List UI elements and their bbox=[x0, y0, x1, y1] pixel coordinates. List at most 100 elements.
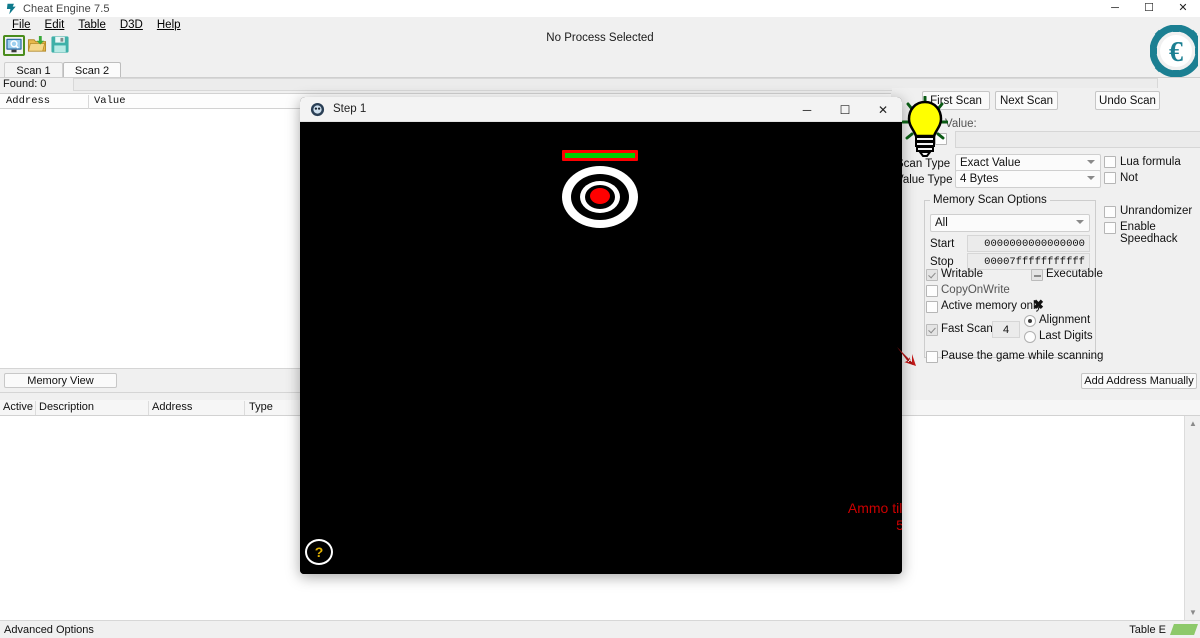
addr-col-active: Active bbox=[3, 401, 33, 413]
value-label: Value: bbox=[945, 118, 977, 130]
window-controls: ─ ☐ ✕ bbox=[1098, 0, 1200, 17]
close-button[interactable]: ✕ bbox=[1166, 0, 1200, 17]
tab-scan-1[interactable]: Scan 1 bbox=[4, 62, 63, 78]
tab-scan-2[interactable]: Scan 2 bbox=[63, 62, 121, 78]
game-minimize-button[interactable]: ─ bbox=[788, 97, 826, 122]
undo-scan-button[interactable]: Undo Scan bbox=[1095, 91, 1160, 110]
value-input[interactable] bbox=[955, 131, 1200, 148]
title-bar: Cheat Engine 7.5 ─ ☐ ✕ bbox=[0, 0, 1200, 17]
table-extras-label[interactable]: Table E bbox=[1129, 624, 1166, 636]
window-title: Cheat Engine 7.5 bbox=[23, 2, 110, 15]
value-type-value: 4 Bytes bbox=[960, 173, 999, 185]
game-close-button[interactable]: ✕ bbox=[864, 97, 902, 122]
chevron-down-icon-3 bbox=[1076, 220, 1084, 224]
status-bar: Advanced Options Table E bbox=[0, 620, 1200, 638]
menu-d3d-label: D3D bbox=[119, 19, 143, 31]
maximize-button[interactable]: ☐ bbox=[1132, 0, 1166, 17]
menu-edit[interactable]: Edit bbox=[38, 17, 72, 33]
enable-speedhack-label: Enable Speedhack bbox=[1120, 221, 1178, 245]
fast-scan-checkbox[interactable] bbox=[926, 324, 938, 336]
active-memory-only-checkbox[interactable] bbox=[926, 301, 938, 313]
writable-label: Writable bbox=[941, 268, 983, 280]
tab-scan-2-label: Scan 2 bbox=[74, 64, 110, 77]
enable-speedhack-checkbox[interactable] bbox=[1104, 222, 1116, 234]
addr-divider-1[interactable] bbox=[35, 401, 36, 415]
advanced-options-label[interactable]: Advanced Options bbox=[4, 624, 94, 636]
scroll-down-icon[interactable]: ▼ bbox=[1185, 605, 1200, 620]
result-col-divider[interactable] bbox=[88, 95, 89, 109]
unrandomizer-label: Unrandomizer bbox=[1120, 205, 1193, 217]
unrandomizer-checkbox[interactable] bbox=[1104, 206, 1116, 218]
active-memory-only-label: Active memory only bbox=[941, 300, 1042, 312]
value-type-label: Value Type bbox=[896, 174, 953, 186]
lua-formula-label: Lua formula bbox=[1120, 156, 1181, 168]
enemy-health-bar-background bbox=[562, 150, 638, 161]
menu-edit-label: Edit bbox=[44, 19, 65, 31]
addr-col-description: Description bbox=[39, 401, 95, 413]
menu-help-label: Help bbox=[156, 19, 181, 31]
executable-checkbox[interactable] bbox=[1031, 269, 1043, 281]
scan-tabs: Scan 1 Scan 2 bbox=[0, 62, 1200, 78]
menu-bar: File Edit Table D3D Help bbox=[0, 17, 1200, 33]
fast-scan-value-input[interactable]: 4 bbox=[992, 321, 1020, 338]
last-digits-label: Last Digits bbox=[1039, 330, 1093, 342]
ammo-label: Ammo till reload: bbox=[847, 500, 902, 516]
help-button[interactable]: ? bbox=[305, 539, 333, 565]
addr-col-type: Type bbox=[249, 401, 273, 413]
game-window-title: Step 1 bbox=[333, 103, 367, 115]
scan-type-value: Exact Value bbox=[960, 157, 1021, 169]
enemy-target[interactable] bbox=[562, 150, 640, 228]
scroll-up-icon[interactable]: ▲ bbox=[1185, 416, 1200, 431]
game-window-step-1: Step 1 ─ ☐ ✕ Ammo til 5 ? bbox=[300, 97, 902, 574]
game-canvas[interactable]: Ammo till reload: 5 ? bbox=[300, 122, 902, 574]
app-icon bbox=[4, 2, 18, 16]
start-address-input[interactable]: 0000000000000000 bbox=[967, 235, 1090, 252]
game-title-bar: Step 1 ─ ☐ ✕ bbox=[300, 97, 902, 122]
result-col-address: Address bbox=[6, 95, 51, 107]
memory-scan-options-title: Memory Scan Options bbox=[930, 194, 1050, 206]
menu-table-label: Table bbox=[78, 19, 106, 31]
last-digits-radio[interactable] bbox=[1024, 331, 1036, 343]
next-scan-button[interactable]: Next Scan bbox=[995, 91, 1058, 110]
ammo-value: 5 bbox=[896, 517, 902, 533]
address-table-scrollbar[interactable]: ▲ ▼ bbox=[1184, 416, 1200, 620]
addr-divider-3[interactable] bbox=[244, 401, 245, 415]
enemy-health-bar-fill bbox=[565, 153, 635, 158]
lua-formula-checkbox[interactable] bbox=[1104, 156, 1116, 168]
writable-checkbox[interactable] bbox=[926, 269, 938, 281]
menu-help[interactable]: Help bbox=[150, 17, 188, 33]
pause-game-checkbox[interactable] bbox=[926, 351, 938, 363]
alignment-radio[interactable] bbox=[1024, 315, 1036, 327]
chevron-down-icon-2 bbox=[1087, 176, 1095, 180]
table-extras-indicator bbox=[1170, 624, 1198, 635]
executable-label: Executable bbox=[1046, 268, 1103, 280]
not-checkbox[interactable] bbox=[1104, 172, 1116, 184]
copyonwrite-checkbox[interactable] bbox=[926, 285, 938, 297]
game-app-icon bbox=[310, 102, 325, 117]
pause-game-label: Pause the game while scanning bbox=[941, 350, 1104, 362]
fast-scan-label: Fast Scan bbox=[941, 323, 993, 335]
add-address-manually-button[interactable]: Add Address Manually bbox=[1081, 373, 1197, 389]
addr-divider-2[interactable] bbox=[148, 401, 149, 415]
game-window-controls: ─ ☐ ✕ bbox=[788, 97, 902, 122]
value-type-select[interactable]: 4 Bytes bbox=[955, 170, 1101, 188]
menu-file[interactable]: File bbox=[5, 17, 38, 33]
addr-col-address: Address bbox=[152, 401, 193, 413]
memory-region-value: All bbox=[935, 217, 948, 229]
bullseye-center-dot bbox=[590, 188, 610, 204]
found-count-label: Found: 0 bbox=[3, 78, 47, 90]
game-maximize-button[interactable]: ☐ bbox=[826, 97, 864, 122]
minimize-button[interactable]: ─ bbox=[1098, 0, 1132, 17]
memory-view-button[interactable]: Memory View bbox=[4, 373, 117, 388]
bullseye-icon bbox=[562, 166, 638, 228]
tab-underline bbox=[0, 77, 1200, 78]
menu-d3d[interactable]: D3D bbox=[113, 17, 150, 33]
menu-file-label: File bbox=[12, 19, 31, 31]
tab-scan-1-label: Scan 1 bbox=[16, 64, 51, 77]
alignment-label: Alignment bbox=[1039, 314, 1091, 326]
process-status-label: No Process Selected bbox=[546, 32, 654, 44]
stop-label: Stop bbox=[930, 256, 954, 268]
menu-table[interactable]: Table bbox=[71, 17, 113, 33]
lightbulb-hint-icon bbox=[901, 95, 949, 164]
memory-region-select[interactable]: All bbox=[930, 214, 1090, 232]
